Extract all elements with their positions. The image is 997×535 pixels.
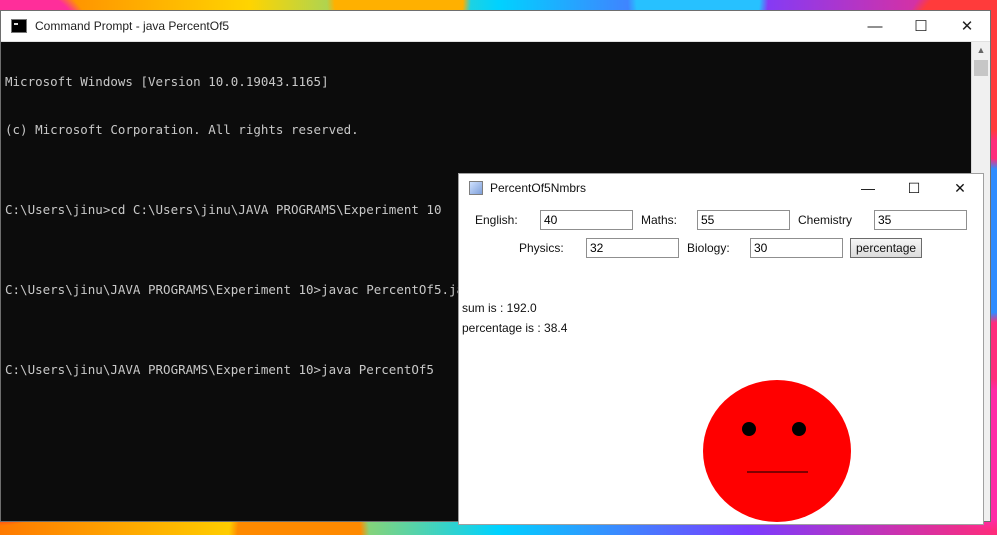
- english-field[interactable]: [540, 210, 633, 230]
- physics-field[interactable]: [586, 238, 679, 258]
- close-button[interactable]: ✕: [937, 174, 983, 202]
- physics-label: Physics:: [519, 241, 564, 255]
- cmd-line: (c) Microsoft Corporation. All rights re…: [5, 122, 359, 137]
- percent-of-5-window: PercentOf5Nmbrs — ☐ ✕ English: Maths: Ch…: [458, 173, 984, 525]
- cmd-app-icon: [11, 19, 27, 33]
- inputs-row-2: Physics: Biology: percentage: [459, 237, 983, 259]
- minimize-button[interactable]: —: [852, 11, 898, 41]
- cmd-window-controls: — ☐ ✕: [852, 11, 990, 41]
- java-title: PercentOf5Nmbrs: [490, 181, 587, 195]
- english-label: English:: [475, 213, 518, 227]
- chemistry-field[interactable]: [874, 210, 967, 230]
- maths-field[interactable]: [697, 210, 790, 230]
- java-app-icon: [469, 181, 483, 195]
- cmd-line: Microsoft Windows [Version 10.0.19043.11…: [5, 74, 329, 89]
- biology-field[interactable]: [750, 238, 843, 258]
- minimize-button[interactable]: —: [845, 174, 891, 202]
- scroll-thumb[interactable]: [974, 60, 988, 76]
- cmd-title: Command Prompt - java PercentOf5: [35, 19, 230, 33]
- sum-result: sum is : 192.0: [462, 301, 537, 315]
- left-eye: [742, 422, 756, 436]
- percentage-result: percentage is : 38.4: [462, 321, 568, 335]
- right-eye: [792, 422, 806, 436]
- java-window-controls: — ☐ ✕: [845, 174, 983, 202]
- maximize-button[interactable]: ☐: [898, 11, 944, 41]
- close-button[interactable]: ✕: [944, 11, 990, 41]
- percentage-button[interactable]: percentage: [850, 238, 923, 258]
- java-titlebar[interactable]: PercentOf5Nmbrs — ☐ ✕: [459, 174, 983, 202]
- smiley-face-icon: [703, 380, 851, 522]
- maths-label: Maths:: [641, 213, 678, 227]
- maximize-button[interactable]: ☐: [891, 174, 937, 202]
- scroll-up-arrow-icon[interactable]: ▲: [972, 42, 990, 58]
- inputs-row-1: English: Maths: Chemistry: [459, 209, 983, 231]
- chemistry-label: Chemistry: [798, 213, 853, 227]
- biology-label: Biology:: [687, 241, 730, 255]
- face-circle: [703, 380, 851, 522]
- cmd-titlebar[interactable]: Command Prompt - java PercentOf5 — ☐ ✕: [1, 11, 990, 42]
